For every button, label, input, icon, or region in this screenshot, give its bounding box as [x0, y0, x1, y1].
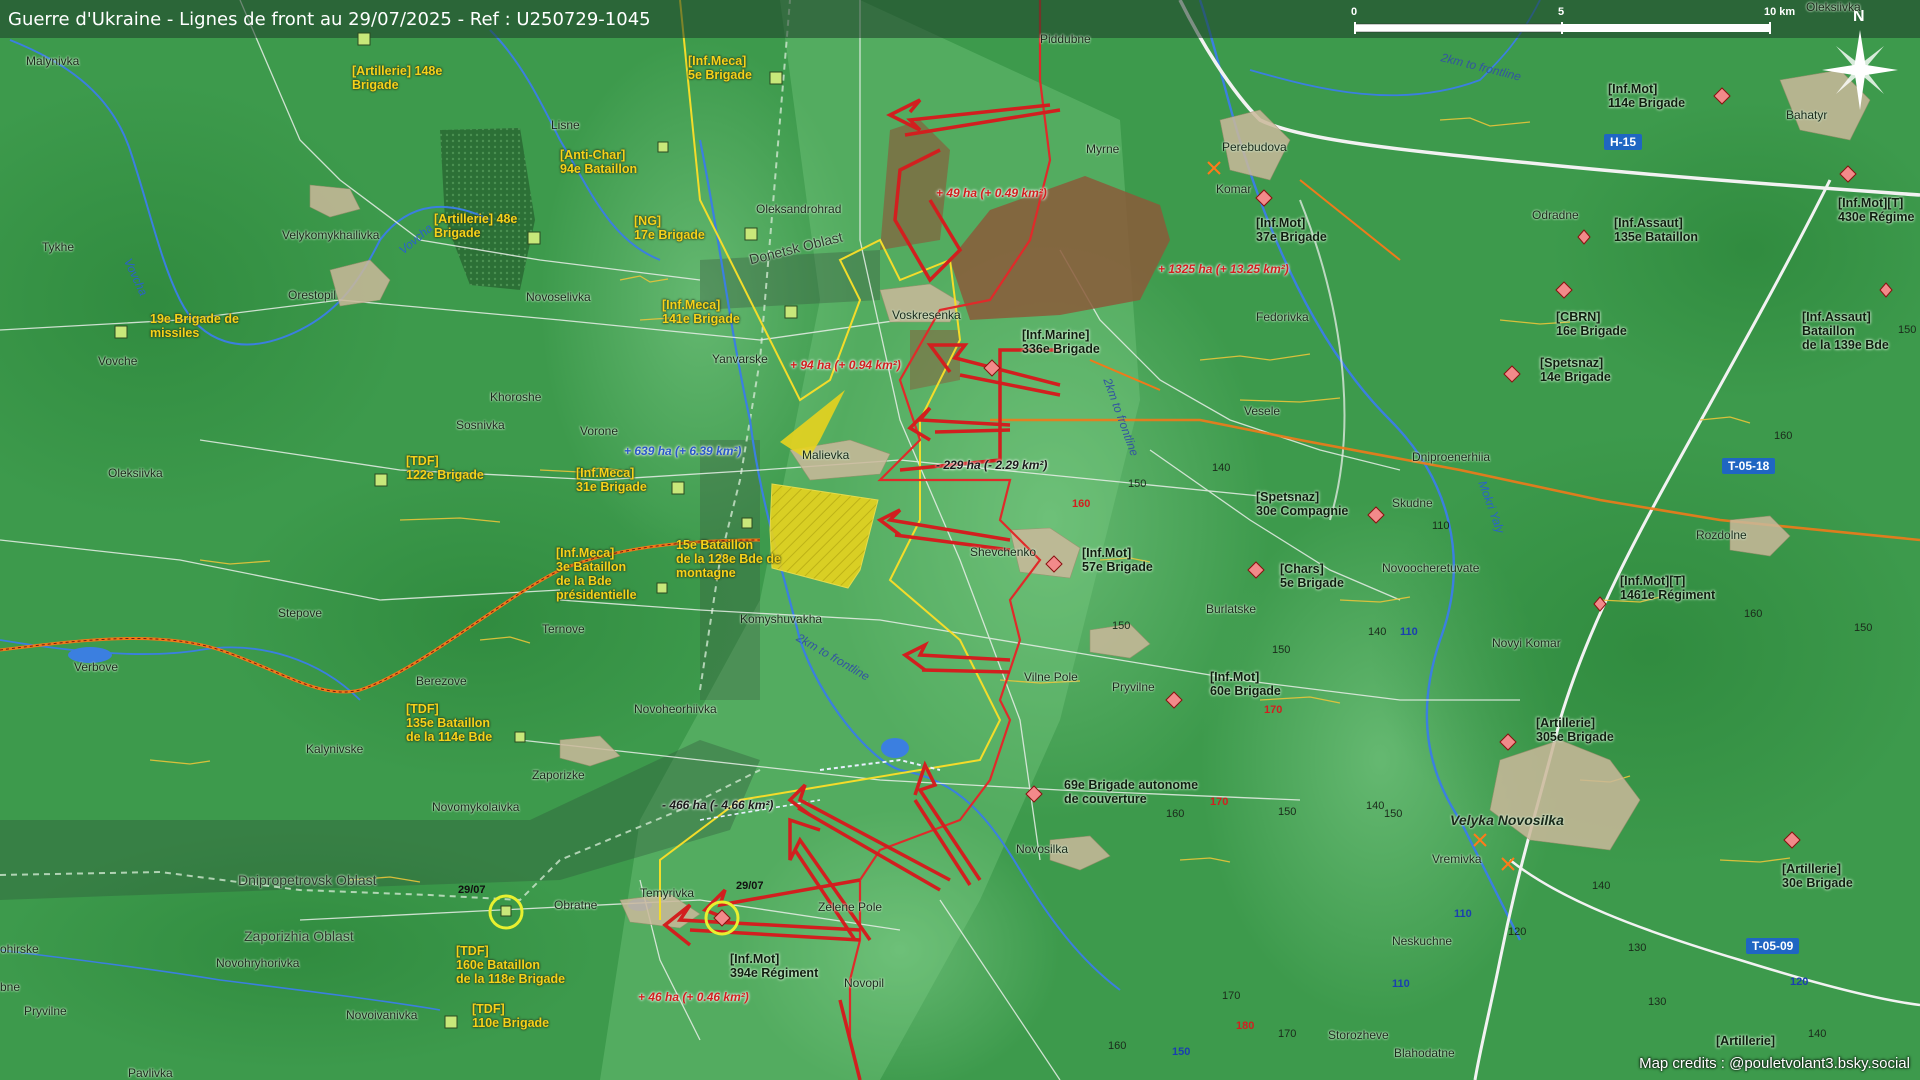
ru-unit-label: [Inf.Mot] 57e Brigade — [1082, 546, 1153, 574]
ru-unit-label: [Artillerie] 305e Brigade — [1536, 716, 1614, 744]
ua-unit-label: [Artillerie] 148e Brigade — [352, 64, 443, 92]
ru-unit-label: [Inf.Mot] 60e Brigade — [1210, 670, 1281, 698]
ru-unit-label: [Inf.Mot] 114e Brigade — [1608, 82, 1686, 110]
ua-unit-label: [NG] 17e Brigade — [634, 214, 705, 242]
ru-unit-label: [Inf.Assaut] 135e Bataillon — [1614, 216, 1699, 244]
ua-unit-label: [Inf.Meca] 3e Bataillon de la Bde présid… — [556, 546, 637, 602]
ru-unit-label: [Artillerie] — [1716, 1034, 1776, 1048]
ru-unit-label: [Spetsnaz] 14e Brigade — [1540, 356, 1611, 384]
ua-unit-label: [Anti-Char] 94e Bataillon — [560, 148, 638, 176]
ua-unit-label: 19e Brigade de missiles — [150, 312, 239, 340]
ua-unit-label: [Inf.Meca] 5e Brigade — [688, 54, 752, 82]
ua-unit-label: [TDF] 135e Bataillon de la 114e Bde — [406, 702, 493, 744]
map-credits: Map credits : @pouletvolant3.bsky.social — [1639, 1055, 1910, 1072]
ru-unit-label: [Chars] 5e Brigade — [1280, 562, 1344, 590]
ua-unit-label: 15e Bataillon de la 128e Bde de montagne — [676, 538, 781, 580]
ru-unit-label: [Inf.Mot] 394e Régiment — [730, 952, 819, 980]
ua-unit-label: [TDF] 122e Brigade — [406, 454, 484, 482]
ru-unit-label: 69e Brigade autonome de couverture — [1064, 778, 1199, 806]
ru-unit-label: [Inf.Mot] 37e Brigade — [1256, 216, 1327, 244]
ua-unit-label: [Inf.Meca] 141e Brigade — [662, 298, 740, 326]
ukrainian-unit-icon — [114, 32, 798, 1029]
ua-unit-label: [Inf.Meca] 31e Brigade — [576, 466, 647, 494]
ru-unit-label: [Artillerie] 30e Brigade — [1782, 862, 1853, 890]
ru-unit-label: [Inf.Mot][T] 1461e Régiment — [1620, 574, 1716, 602]
ru-unit-label: [Inf.Mot][T] 430e Régime — [1838, 196, 1915, 224]
ru-unit-label: [Spetsnaz] 30e Compagnie — [1256, 490, 1349, 518]
ru-unit-label: [Inf.Marine] 336e Brigade — [1022, 328, 1100, 356]
ua-unit-label: [TDF] 110e Brigade — [472, 1002, 550, 1030]
ua-unit-label: [TDF] 160e Bataillon de la 118e Brigade — [456, 944, 566, 986]
ru-unit-label: [Inf.Assaut] Bataillon de la 139e Bde — [1802, 310, 1889, 352]
unit-markers — [114, 32, 1893, 1029]
front-line-map: Guerre d'Ukraine - Lignes de front au 29… — [0, 0, 1920, 1080]
ua-unit-label: [Artillerie] 48e Brigade — [434, 212, 518, 240]
ru-unit-label: [CBRN] 16e Brigade — [1556, 310, 1627, 338]
